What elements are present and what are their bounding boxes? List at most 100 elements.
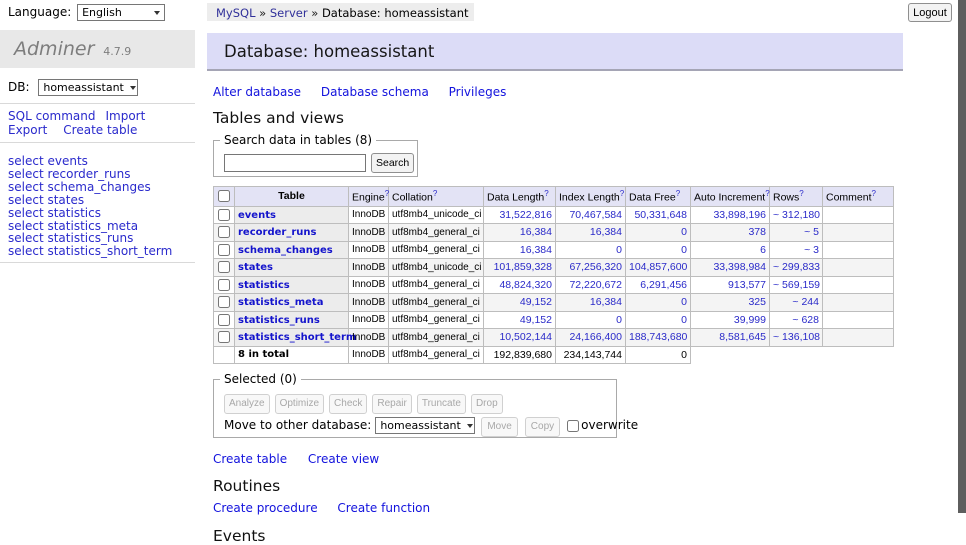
auto-increment-link[interactable]: 913,577 bbox=[728, 279, 766, 291]
check-button[interactable]: Check bbox=[329, 394, 367, 414]
truncate-button[interactable]: Truncate bbox=[417, 394, 466, 414]
language-select[interactable]: English bbox=[77, 4, 165, 21]
table-link-statistics-runs[interactable]: statistics_runs bbox=[238, 315, 320, 326]
index-length-link[interactable]: 24,166,400 bbox=[569, 331, 622, 343]
database-schema-link[interactable]: Database schema bbox=[321, 85, 429, 99]
sidebar-item-select-schema-changes[interactable]: select schema_changes bbox=[8, 181, 172, 194]
data-length-link[interactable]: 10,502,144 bbox=[499, 331, 552, 343]
auto-increment-link[interactable]: 33,898,196 bbox=[713, 209, 766, 221]
auto-increment-link[interactable]: 33,398,984 bbox=[713, 261, 766, 273]
scrollbar[interactable] bbox=[958, 0, 966, 543]
table-link-events[interactable]: events bbox=[238, 210, 276, 221]
table-link-statistics-short-term[interactable]: statistics_short_term bbox=[238, 332, 356, 343]
help-link[interactable]: ? bbox=[385, 189, 389, 198]
move-db-select[interactable]: homeassistant bbox=[375, 417, 475, 434]
move-button[interactable]: Move bbox=[481, 417, 517, 437]
row-checkbox[interactable] bbox=[218, 226, 230, 238]
row-checkbox[interactable] bbox=[218, 209, 230, 221]
data-length-link[interactable]: 16,384 bbox=[520, 244, 552, 256]
index-length-link[interactable]: 70,467,584 bbox=[569, 209, 622, 221]
row-checkbox[interactable] bbox=[218, 331, 230, 343]
sidebar-item-select-statistics[interactable]: select statistics bbox=[8, 207, 172, 220]
search-button[interactable]: Search bbox=[371, 153, 414, 173]
auto-increment-link[interactable]: 39,999 bbox=[734, 314, 766, 326]
db-select[interactable]: homeassistant bbox=[38, 79, 138, 96]
data-length-link[interactable]: 49,152 bbox=[520, 296, 552, 308]
overwrite-checkbox[interactable] bbox=[567, 420, 579, 432]
rows-link[interactable]: ~ 244 bbox=[792, 296, 819, 308]
sidebar-create-table-link[interactable]: Create table bbox=[63, 123, 137, 137]
rows-link[interactable]: ~ 312,180 bbox=[773, 209, 820, 221]
alter-database-link[interactable]: Alter database bbox=[213, 85, 301, 99]
index-length-link[interactable]: 16,384 bbox=[590, 296, 622, 308]
row-checkbox[interactable] bbox=[218, 314, 230, 326]
sidebar-item-select-states[interactable]: select states bbox=[8, 194, 172, 207]
help-link[interactable]: ? bbox=[799, 189, 803, 198]
data-free-link[interactable]: 6,291,456 bbox=[640, 279, 687, 291]
breadcrumb-server-link[interactable]: Server bbox=[270, 6, 308, 20]
data-free-link[interactable]: 104,857,600 bbox=[629, 261, 687, 273]
rows-link[interactable]: ~ 5 bbox=[804, 226, 819, 238]
data-free-link[interactable]: 0 bbox=[681, 296, 687, 308]
select-all-checkbox[interactable] bbox=[218, 190, 230, 202]
sidebar-export-link[interactable]: Export bbox=[8, 123, 47, 137]
row-checkbox[interactable] bbox=[218, 244, 230, 256]
table-link-states[interactable]: states bbox=[238, 262, 273, 273]
index-length-link[interactable]: 0 bbox=[616, 314, 622, 326]
help-link[interactable]: ? bbox=[765, 189, 769, 198]
row-checkbox[interactable] bbox=[218, 279, 230, 291]
rows-link[interactable]: ~ 628 bbox=[792, 314, 819, 326]
search-input[interactable] bbox=[224, 154, 366, 172]
auto-increment-link[interactable]: 325 bbox=[748, 296, 766, 308]
index-length-link[interactable]: 67,256,320 bbox=[569, 261, 622, 273]
drop-button[interactable]: Drop bbox=[471, 394, 503, 414]
table-link-schema-changes[interactable]: schema_changes bbox=[238, 245, 333, 256]
rows-link[interactable]: ~ 569,159 bbox=[773, 279, 820, 291]
help-link[interactable]: ? bbox=[676, 189, 680, 198]
breadcrumb-mysql-link[interactable]: MySQL bbox=[216, 6, 256, 20]
data-length-link[interactable]: 31,522,816 bbox=[499, 209, 552, 221]
analyze-button[interactable]: Analyze bbox=[224, 394, 270, 414]
help-link[interactable]: ? bbox=[872, 189, 876, 198]
auto-increment-link[interactable]: 6 bbox=[760, 244, 766, 256]
data-free-link[interactable]: 188,743,680 bbox=[629, 331, 687, 343]
help-link[interactable]: ? bbox=[620, 189, 624, 198]
help-link[interactable]: ? bbox=[433, 189, 437, 198]
table-link-recorder-runs[interactable]: recorder_runs bbox=[238, 227, 316, 238]
copy-button[interactable]: Copy bbox=[525, 417, 560, 437]
auto-increment-link[interactable]: 378 bbox=[748, 226, 766, 238]
index-length-link[interactable]: 0 bbox=[616, 244, 622, 256]
rows-link[interactable]: ~ 299,833 bbox=[773, 261, 820, 273]
data-length-link[interactable]: 16,384 bbox=[520, 226, 552, 238]
privileges-link[interactable]: Privileges bbox=[449, 85, 507, 99]
data-length-link[interactable]: 48,824,320 bbox=[499, 279, 552, 291]
optimize-button[interactable]: Optimize bbox=[275, 394, 324, 414]
help-link[interactable]: ? bbox=[544, 189, 548, 198]
data-length-link[interactable]: 49,152 bbox=[520, 314, 552, 326]
create-view-link[interactable]: Create view bbox=[308, 452, 379, 466]
logout-button[interactable]: Logout bbox=[908, 3, 952, 22]
table-link-statistics[interactable]: statistics bbox=[238, 280, 290, 291]
sidebar-import-link[interactable]: Import bbox=[105, 109, 145, 123]
row-checkbox[interactable] bbox=[218, 296, 230, 308]
data-free-link[interactable]: 0 bbox=[681, 314, 687, 326]
index-length-link[interactable]: 16,384 bbox=[590, 226, 622, 238]
rows-link[interactable]: ~ 136,108 bbox=[773, 331, 820, 343]
rows-link[interactable]: ~ 3 bbox=[804, 244, 819, 256]
sidebar-sql-command-link[interactable]: SQL command bbox=[8, 109, 95, 123]
data-free-link[interactable]: 50,331,648 bbox=[634, 209, 687, 221]
data-free-link[interactable]: 0 bbox=[681, 226, 687, 238]
index-length-link[interactable]: 72,220,672 bbox=[569, 279, 622, 291]
create-procedure-link[interactable]: Create procedure bbox=[213, 501, 318, 515]
data-free-link[interactable]: 0 bbox=[681, 244, 687, 256]
sidebar-item-select-events[interactable]: select events bbox=[8, 155, 172, 168]
auto-increment-link[interactable]: 8,581,645 bbox=[719, 331, 766, 343]
create-function-link[interactable]: Create function bbox=[337, 501, 430, 515]
scrollbar-thumb[interactable] bbox=[958, 0, 966, 513]
sidebar-item-select-recorder-runs[interactable]: select recorder_runs bbox=[8, 168, 172, 181]
sidebar-item-select-statistics-short-term[interactable]: select statistics_short_term bbox=[8, 245, 172, 258]
create-table-link[interactable]: Create table bbox=[213, 452, 287, 466]
row-checkbox[interactable] bbox=[218, 261, 230, 273]
data-length-link[interactable]: 101,859,328 bbox=[494, 261, 552, 273]
table-link-statistics-meta[interactable]: statistics_meta bbox=[238, 297, 323, 308]
